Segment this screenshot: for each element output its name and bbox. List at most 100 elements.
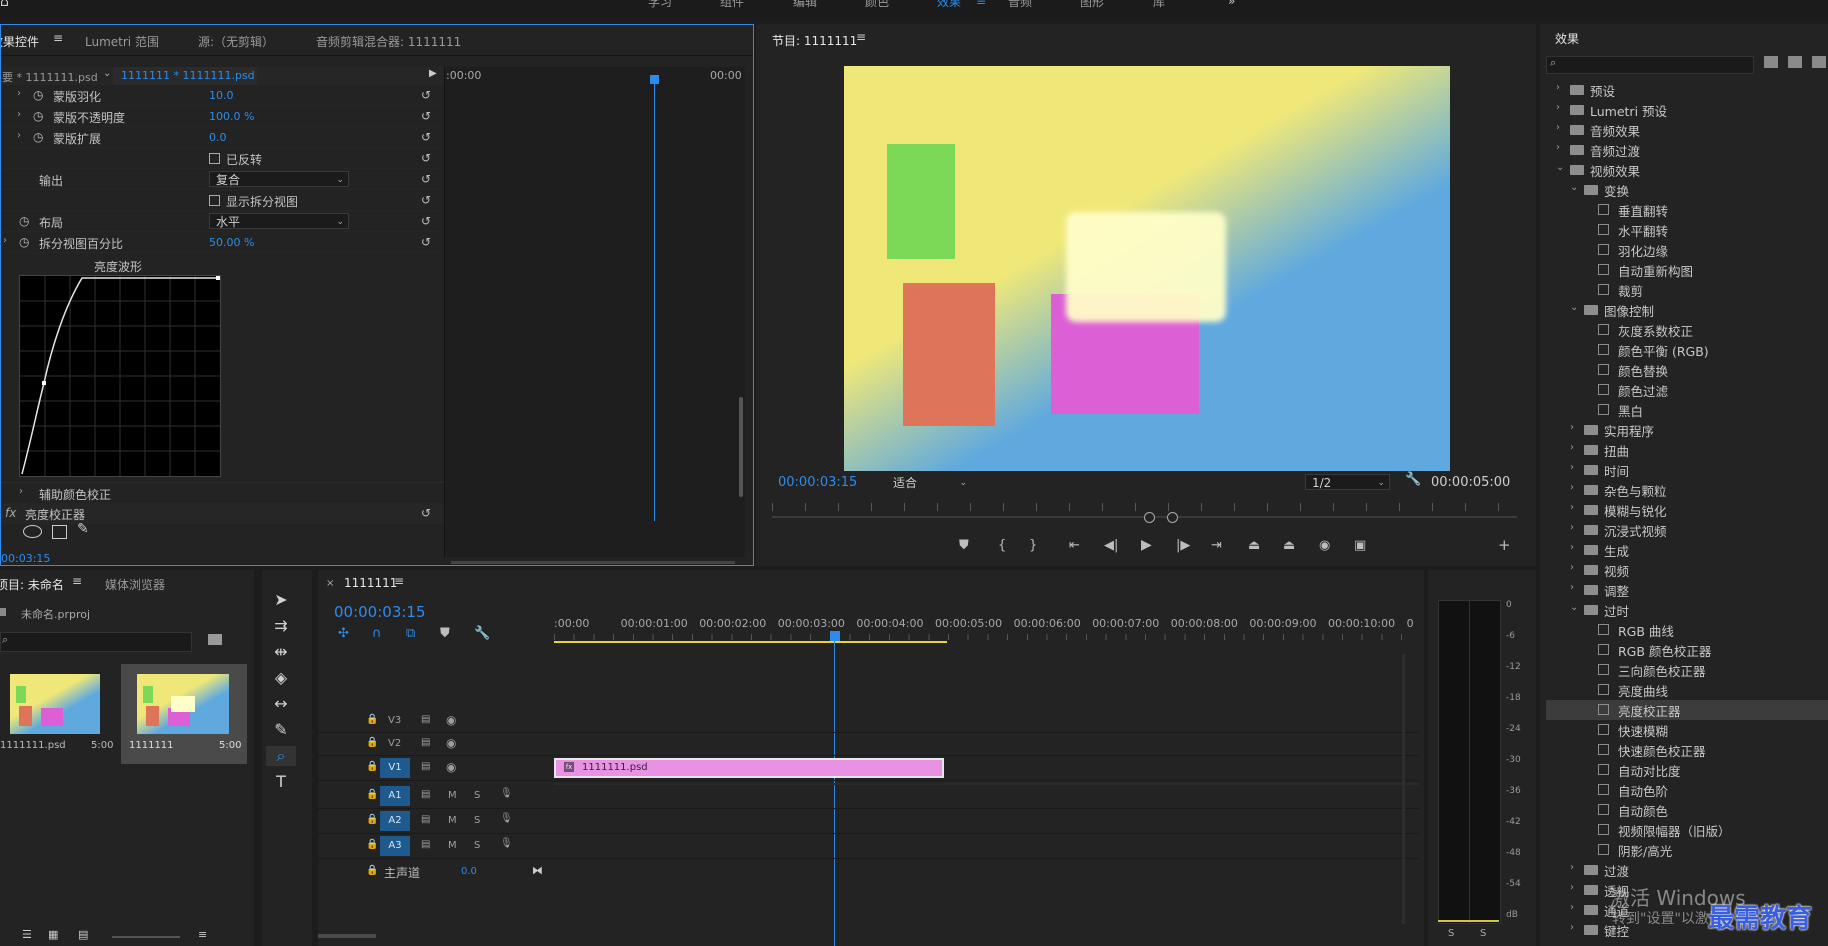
lock-icon[interactable]: 🔒 — [366, 865, 378, 876]
sync-lock-icon[interactable]: ▤ — [421, 814, 430, 825]
effects-tree-item[interactable]: 灰度系数校正 — [1546, 320, 1828, 340]
effects-tree-item[interactable]: 垂直翻转 — [1546, 200, 1828, 220]
chevron-right-icon[interactable]: › — [1556, 82, 1560, 93]
chevron-right-icon[interactable]: › — [1556, 102, 1560, 113]
effects-tree-item[interactable]: 颜色替换 — [1546, 360, 1828, 380]
expand-icon[interactable]: › — [3, 235, 7, 246]
effects-tree-item[interactable]: › 模糊与锐化 — [1546, 500, 1828, 520]
clip-psd[interactable]: fx 1111111.psd — [554, 758, 944, 778]
effects-tree-item[interactable]: RGB 曲线 — [1546, 620, 1828, 640]
compare-icon[interactable]: ▣ — [1354, 538, 1366, 553]
effects-tree-item[interactable]: 颜色过滤 — [1546, 380, 1828, 400]
reset-icon[interactable]: ↺ — [421, 151, 431, 165]
mark-in-icon[interactable]: { — [998, 538, 1006, 553]
more-workspaces-icon[interactable]: » — [1228, 0, 1235, 8]
track-name[interactable]: V1 — [380, 758, 410, 778]
effects-tree-item[interactable]: 亮度校正器 — [1546, 700, 1828, 720]
step-back-icon[interactable]: ◀| — [1104, 538, 1118, 553]
chevron-right-icon[interactable]: › — [1570, 482, 1574, 493]
mute-button[interactable]: M — [448, 815, 457, 826]
play-icon[interactable]: ▶ — [1141, 537, 1152, 553]
chevron-right-icon[interactable]: › — [1556, 142, 1560, 153]
panel-menu-icon[interactable]: ≡ — [72, 574, 82, 588]
mic-icon[interactable]: 🎙 — [500, 788, 513, 799]
mute-button[interactable]: M — [448, 790, 457, 801]
track-name[interactable]: A1 — [380, 786, 410, 806]
effects-tree-item[interactable]: 黑白 — [1546, 400, 1828, 420]
effects-tree-item[interactable]: 水平翻转 — [1546, 220, 1828, 240]
chevron-down-icon[interactable]: ⌄ — [1570, 302, 1578, 313]
tab-media-browser[interactable]: 媒体浏览器 — [105, 576, 165, 593]
effects-tree-item[interactable]: 自动重新构图 — [1546, 260, 1828, 280]
mic-icon[interactable]: 🎙 — [500, 813, 513, 824]
sync-lock-icon[interactable]: ▤ — [421, 737, 430, 748]
program-title[interactable]: 节目: 1111111 — [772, 32, 857, 49]
type-tool-icon[interactable]: T — [266, 772, 296, 791]
step-forward-icon[interactable]: |▶ — [1176, 538, 1190, 553]
chevron-right-icon[interactable]: › — [1570, 562, 1574, 573]
solo-button[interactable]: S — [474, 840, 480, 851]
sort-icon[interactable]: ≡ — [198, 928, 207, 941]
reset-icon[interactable]: ↺ — [421, 506, 431, 520]
freeform-view-icon[interactable]: ▤ — [78, 928, 88, 941]
track-name[interactable]: V2 — [388, 738, 401, 749]
effects-tree-item[interactable]: › 实用程序 — [1546, 420, 1828, 440]
vertical-zoom-scrollbar[interactable] — [1402, 654, 1405, 924]
panel-menu-icon[interactable]: ≡ — [856, 30, 866, 44]
panel-menu-icon[interactable]: ≡ — [53, 31, 63, 45]
effects-tree-item[interactable]: RGB 颜色校正器 — [1546, 640, 1828, 660]
prop-value[interactable]: 0.0 — [209, 131, 227, 144]
chevron-right-icon[interactable]: › — [1570, 442, 1574, 453]
razor-tool-icon[interactable]: ◈ — [266, 668, 296, 687]
eye-icon[interactable]: ◉ — [446, 736, 456, 750]
reset-icon[interactable]: ↺ — [421, 235, 431, 249]
effects-tree-item[interactable]: › 调整 — [1546, 580, 1828, 600]
lock-icon[interactable]: 🔒 — [366, 814, 378, 825]
reset-icon[interactable]: ↺ — [421, 193, 431, 207]
inverted-checkbox[interactable] — [209, 153, 220, 164]
pen-mask-icon[interactable]: ✎ — [77, 521, 89, 537]
add-marker-icon[interactable]: ⛊ — [959, 538, 969, 553]
fit-dropdown[interactable]: 适合 ⌄ — [886, 474, 972, 490]
chevron-right-icon[interactable]: › — [1570, 922, 1574, 933]
pen-tool-icon[interactable]: ✎ — [266, 720, 296, 739]
sync-lock-icon[interactable]: ▤ — [421, 839, 430, 850]
playhead-marker-icon[interactable] — [830, 631, 840, 641]
workspace-tab-edit[interactable]: 编辑 — [793, 0, 817, 10]
effects-tree-item[interactable]: 三向颜色校正器 — [1546, 660, 1828, 680]
sequence-tab[interactable]: 1111111 — [344, 576, 397, 590]
yuv-effects-icon[interactable] — [1812, 56, 1826, 68]
track-name[interactable]: A2 — [380, 811, 410, 831]
effects-tree-item[interactable]: › 预设 — [1546, 80, 1828, 100]
go-to-edit-icon[interactable]: ⧓ — [532, 864, 543, 877]
workspace-tab-graphics[interactable]: 图形 — [1080, 0, 1104, 10]
wrench-icon[interactable]: 🔧 — [1405, 472, 1421, 487]
workspace-tab-assembly[interactable]: 组件 — [720, 0, 744, 10]
workspace-tab-color[interactable]: 颜色 — [865, 0, 889, 10]
show-split-checkbox[interactable] — [209, 195, 220, 206]
reset-icon[interactable]: ↺ — [421, 172, 431, 186]
effects-tree-item[interactable]: 视频限幅器（旧版） — [1546, 820, 1828, 840]
effects-tree-item[interactable]: 自动颜色 — [1546, 800, 1828, 820]
solo-left-button[interactable]: S — [1448, 928, 1454, 939]
selection-tool-icon[interactable]: ➤ — [266, 590, 296, 609]
track-name[interactable]: V3 — [388, 715, 401, 726]
effects-tree-item[interactable]: ⌄ 变换 — [1546, 180, 1828, 200]
luma-waveform-graph[interactable] — [19, 275, 221, 477]
project-item-sequence[interactable]: 1111111 5:00 — [121, 664, 247, 764]
timeline-settings-icon[interactable]: 🔧 — [474, 626, 490, 641]
effects-tree-item[interactable]: 裁剪 — [1546, 280, 1828, 300]
layout-dropdown[interactable]: 水平 ⌄ — [209, 213, 349, 229]
mark-out-icon[interactable]: } — [1029, 538, 1037, 553]
stopwatch-icon[interactable]: ◷ — [33, 88, 43, 102]
new-bin-icon[interactable] — [208, 634, 222, 645]
chevron-right-icon[interactable]: › — [1570, 422, 1574, 433]
close-icon[interactable]: × — [326, 578, 334, 589]
track-select-tool-icon[interactable]: ⇉ — [266, 616, 296, 635]
lift-icon[interactable]: ⏏ — [1248, 538, 1260, 553]
workspace-tab-audio[interactable]: 音频 — [1008, 0, 1032, 10]
home-icon[interactable]: ⌂ — [0, 0, 9, 10]
horizontal-scrollbar[interactable] — [318, 934, 376, 938]
tab-effect-controls[interactable]: 效果控件 — [1, 33, 39, 50]
reset-icon[interactable]: ↺ — [421, 109, 431, 123]
